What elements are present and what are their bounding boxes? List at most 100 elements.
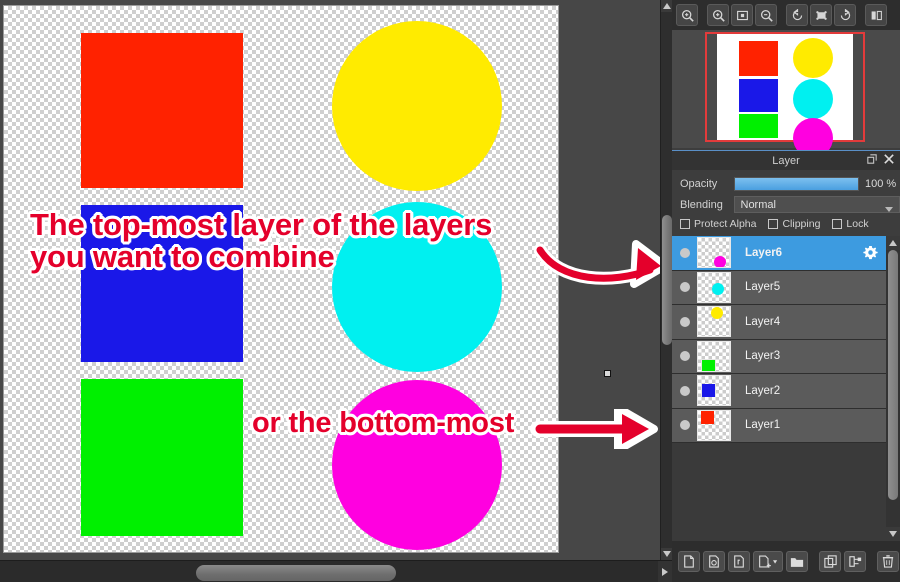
annotation-top-text: The top-most layer of the layers you want… <box>30 209 492 272</box>
zoom-in-icon[interactable] <box>676 4 698 26</box>
layer-properties: Opacity 100 % Blending Normal Protect Al… <box>672 170 900 236</box>
opacity-value: 100 % <box>865 177 897 190</box>
new-layer-icon[interactable] <box>678 551 700 572</box>
canvas-horizontal-scroll-thumb[interactable] <box>196 565 396 581</box>
protect-alpha-checkbox[interactable] <box>680 219 690 229</box>
layer-panel-title: Layer <box>772 154 800 167</box>
layer-name: Layer4 <box>745 315 781 328</box>
layer-name: Layer5 <box>745 281 781 294</box>
rotate-right-icon[interactable] <box>834 4 856 26</box>
layer-name: Layer3 <box>745 350 781 363</box>
layer-thumbnail <box>697 409 731 441</box>
layer-thumbnail <box>697 306 731 338</box>
canvas-vertical-scroll-thumb[interactable] <box>662 215 672 345</box>
blending-mode-select[interactable]: Normal <box>733 196 900 215</box>
toolbar-separator-2 <box>779 4 784 26</box>
nav-red-square <box>739 41 778 76</box>
layer-visibility-icon[interactable] <box>680 385 690 396</box>
layer-flags-row: Protect Alpha Clipping Lock <box>680 218 900 230</box>
layer-thumbnail <box>697 340 731 372</box>
red-square <box>81 33 243 188</box>
lock-label: Lock <box>846 218 869 230</box>
layer-thumbnail <box>697 375 731 407</box>
fit-to-screen-icon[interactable] <box>731 4 753 26</box>
add-layer-dropdown-icon[interactable] <box>753 551 783 572</box>
canvas-viewport[interactable]: The top-most layer of the layers you want… <box>0 0 660 560</box>
app-window: The top-most layer of the layers you want… <box>0 0 900 582</box>
layer-row[interactable]: Layer5 <box>672 270 900 305</box>
layer-row[interactable]: Layer2 <box>672 374 900 409</box>
zoom-in-step-icon[interactable] <box>707 4 729 26</box>
rotate-left-icon[interactable] <box>786 4 808 26</box>
canvas-document[interactable] <box>3 5 559 553</box>
cursor-marker <box>604 370 611 377</box>
blending-row: Blending Normal <box>680 195 900 214</box>
nav-green-square <box>739 114 778 138</box>
duplicate-layer-icon[interactable] <box>819 551 841 572</box>
canvas-horizontal-scrollbar[interactable] <box>0 560 672 582</box>
magenta-circle <box>332 380 502 550</box>
blending-label: Blending <box>680 198 723 211</box>
zoom-out-icon[interactable] <box>755 4 777 26</box>
toolbar-separator-1 <box>700 4 705 26</box>
canvas-vertical-scrollbar[interactable] <box>660 0 672 560</box>
delete-layer-icon[interactable] <box>877 551 899 572</box>
navigator-toolbar <box>672 0 900 30</box>
layer-thumbnail-shape <box>714 256 726 268</box>
nav-yellow-circle <box>793 38 833 78</box>
opacity-label: Opacity <box>680 177 718 190</box>
new-raster-layer-icon[interactable] <box>703 551 725 572</box>
close-panel-icon[interactable] <box>884 154 894 167</box>
new-folder-icon[interactable] <box>786 551 808 572</box>
nav-cyan-circle <box>793 79 833 119</box>
navigator-preview[interactable] <box>672 30 900 158</box>
layer-name: Layer6 <box>745 246 783 259</box>
opacity-slider-fill <box>735 177 858 190</box>
new-vector-layer-icon[interactable] <box>728 551 750 572</box>
layer-name: Layer1 <box>745 419 781 432</box>
layer-thumbnail-shape <box>701 410 714 424</box>
navigator-document-thumbnail <box>717 34 853 158</box>
layer-row[interactable]: Layer6 <box>672 236 900 271</box>
layer-visibility-icon[interactable] <box>680 420 690 431</box>
clipping-checkbox[interactable] <box>768 219 779 229</box>
layer-panel-titlebar: Layer <box>672 150 900 170</box>
opacity-slider[interactable] <box>734 176 859 191</box>
layer-row[interactable]: Layer3 <box>672 339 900 374</box>
layer-row[interactable]: Layer4 <box>672 305 900 340</box>
flip-horizontal-icon[interactable] <box>865 4 887 26</box>
layer-scroll-down-icon[interactable] <box>886 527 900 541</box>
layer-thumbnail-shape <box>702 359 715 371</box>
layer-list-scroll-thumb[interactable] <box>888 250 898 500</box>
layer-scroll-up-icon[interactable] <box>886 236 900 250</box>
layer-name: Layer2 <box>745 384 781 397</box>
layer-visibility-icon[interactable] <box>680 247 690 258</box>
gear-icon[interactable] <box>863 245 878 265</box>
reset-rotation-icon[interactable] <box>810 4 832 26</box>
annotation-bottom-text: or the bottom-most <box>252 407 515 439</box>
layer-list[interactable]: Layer6 Layer5 Layer4 Layer3 Layer2 Layer1 <box>672 236 900 541</box>
lock-checkbox[interactable] <box>832 219 843 229</box>
layer-thumbnail-shape <box>702 384 715 398</box>
undock-panel-icon[interactable] <box>867 154 877 167</box>
opacity-row: Opacity 100 % <box>680 174 900 193</box>
layer-thumbnail <box>697 271 731 303</box>
chevron-down-icon[interactable] <box>885 203 893 215</box>
canvas-area[interactable]: The top-most layer of the layers you want… <box>0 0 672 582</box>
merge-layer-icon[interactable] <box>844 551 866 572</box>
annotation-top-line2: you want to combine <box>30 238 335 274</box>
toolbar-separator-3 <box>858 4 863 26</box>
layer-list-scrollbar[interactable] <box>886 236 900 541</box>
layer-thumbnail-shape <box>711 307 723 320</box>
right-panel: Layer Opacity 100 % Blending Normal Prot… <box>672 0 900 582</box>
layer-visibility-icon[interactable] <box>680 351 690 362</box>
blending-mode-value: Normal <box>740 198 776 211</box>
scroll-right-icon[interactable] <box>658 561 672 582</box>
green-square <box>81 379 243 536</box>
layer-visibility-icon[interactable] <box>680 316 690 327</box>
layer-row[interactable]: Layer1 <box>672 408 900 443</box>
layer-thumbnail <box>697 237 731 269</box>
scroll-up-icon[interactable] <box>661 0 672 12</box>
layer-visibility-icon[interactable] <box>680 282 690 293</box>
scroll-down-icon[interactable] <box>661 548 672 560</box>
